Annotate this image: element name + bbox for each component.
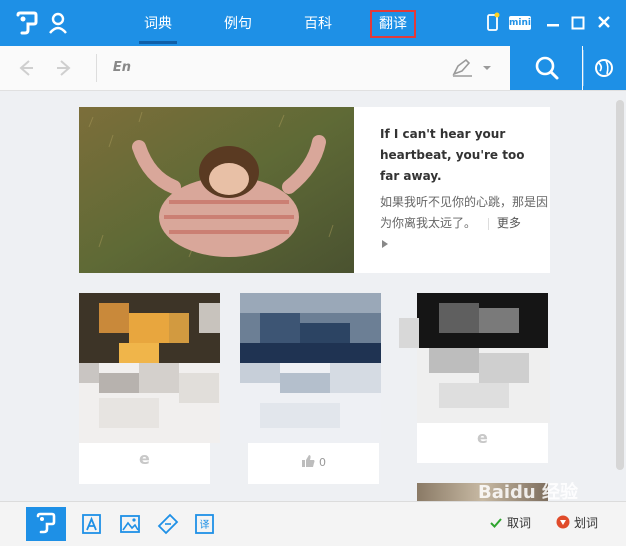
quote-chinese: 如果我听不见你的心跳，那是因为你离我太远了。 更多 [380, 192, 550, 234]
baidu-watermark: Baidu 经验 [478, 482, 579, 503]
maximize-icon[interactable] [571, 12, 585, 34]
divider [487, 217, 489, 230]
scrollbar[interactable] [616, 100, 624, 470]
search-input[interactable] [152, 54, 446, 84]
daily-photo[interactable] [79, 107, 354, 273]
article-card-3-image [399, 293, 550, 423]
globe-icon[interactable] [583, 46, 626, 90]
bottom-bar: 译 取词 划词 [0, 501, 626, 546]
handwriting-icon[interactable] [452, 58, 492, 82]
user-icon[interactable] [48, 12, 68, 34]
tab-examples[interactable]: 例句 [223, 0, 253, 46]
tab-encyclopedia[interactable]: 百科 [303, 0, 333, 46]
youdao-logo-icon[interactable] [14, 10, 40, 36]
translate-highlight-box [370, 10, 416, 38]
quci-label[interactable]: 取词 [507, 514, 531, 531]
tab-dictionary[interactable]: 词典 [139, 0, 177, 46]
translate-doc-icon[interactable]: 译 [193, 512, 217, 536]
more-link[interactable]: 更多 [497, 216, 521, 230]
title-bar: 词典 例句 百科 翻译 mini [0, 0, 626, 46]
mini-mode-button[interactable]: mini [509, 16, 531, 30]
quote-chinese-text: 如果我听不见你的心跳，那是因为你离我太远了。 [380, 195, 549, 230]
huaci-label[interactable]: 划词 [574, 514, 598, 531]
article-card-2-image [240, 293, 381, 443]
ticket-icon[interactable] [156, 512, 180, 536]
card-3-logo: e [477, 428, 488, 447]
mobile-icon[interactable] [486, 12, 500, 34]
svg-text:译: 译 [200, 519, 210, 531]
dictionary-home-icon[interactable] [26, 507, 66, 541]
play-icon[interactable] [381, 239, 389, 249]
like-count: 0 [319, 456, 326, 469]
minimize-icon[interactable] [546, 12, 560, 34]
card-1-logo: e [139, 449, 150, 468]
article-card-1-image [79, 293, 220, 443]
quote-english: If I can't hear your heartbeat, you're t… [380, 127, 525, 183]
back-arrow-icon[interactable] [14, 57, 36, 79]
close-icon[interactable] [597, 12, 611, 34]
search-button[interactable] [510, 46, 582, 90]
word-book-icon[interactable] [80, 512, 104, 536]
forward-arrow-icon[interactable] [54, 57, 76, 79]
thumbs-up-icon[interactable] [301, 454, 315, 468]
image-translate-icon[interactable] [118, 512, 142, 536]
quci-check-icon[interactable] [490, 517, 502, 529]
huaci-icon[interactable] [556, 515, 570, 529]
language-selector[interactable]: En [96, 54, 147, 82]
